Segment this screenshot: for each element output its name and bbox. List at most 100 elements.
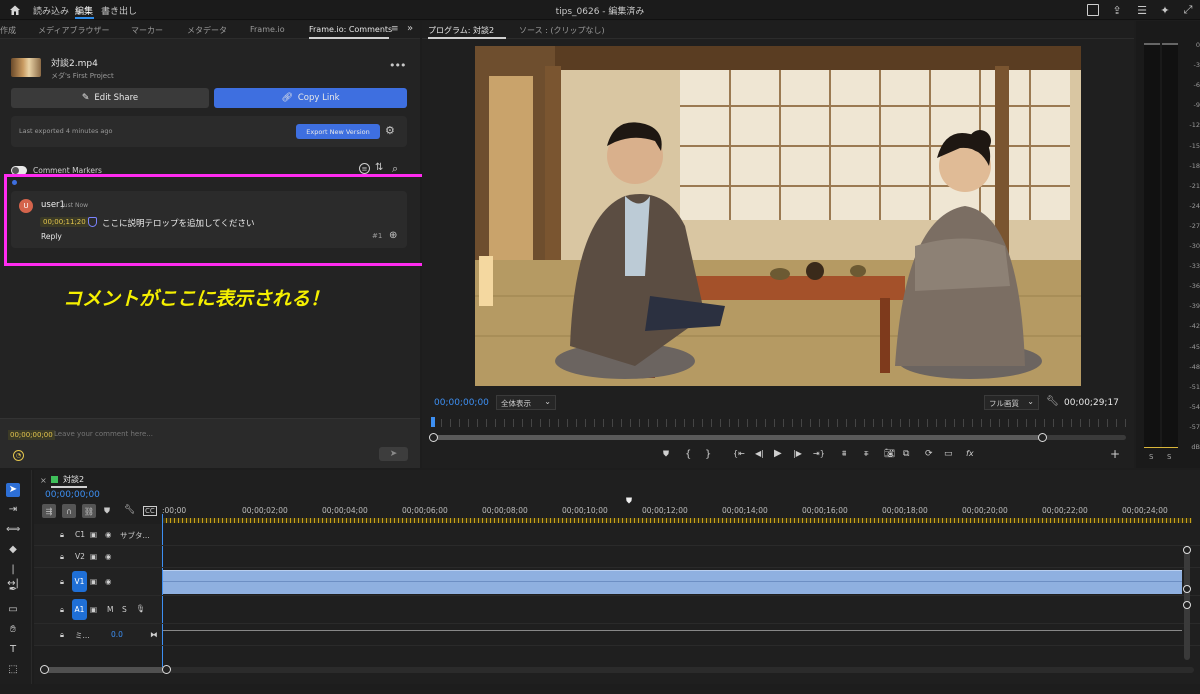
solo-left-button[interactable]: S — [1149, 453, 1153, 461]
type-tool-icon[interactable]: T — [6, 643, 20, 657]
vertical-scroll-handle-bottom[interactable] — [1183, 601, 1191, 609]
panel-menu-icon[interactable]: ≡ — [391, 24, 399, 34]
filter-icon[interactable]: ≡ — [359, 163, 370, 174]
eye-icon[interactable]: ◉ — [105, 530, 112, 539]
mix-volume-value[interactable]: 0.0 — [111, 630, 123, 639]
safe-margins-icon[interactable]: ▭ — [944, 449, 953, 459]
sequence-name-tab[interactable]: 対談2 — [63, 474, 84, 485]
timeline-scroll-handle-left[interactable] — [40, 665, 49, 674]
film-icon[interactable]: ▣ — [90, 530, 97, 539]
send-button[interactable]: ➤ — [379, 447, 408, 461]
mark-in-icon[interactable]: { — [685, 449, 691, 460]
track-a1-target[interactable]: A1 — [72, 599, 87, 620]
fullscreen-icon[interactable]: ⤢ — [1181, 3, 1195, 17]
monitor-playhead[interactable] — [431, 417, 435, 427]
monitor-ruler[interactable] — [432, 419, 1126, 427]
track-select-icon[interactable]: ⇥ — [6, 503, 20, 517]
lift-icon[interactable]: ⩩ — [842, 449, 846, 459]
close-sequence-icon[interactable]: × — [40, 476, 47, 485]
quality-select[interactable]: フル画質 ⌄ — [984, 395, 1039, 410]
compare-icon[interactable]: ⧉ — [903, 449, 909, 459]
tab-metadata[interactable]: メタデータ — [187, 25, 227, 36]
scroll-handle-left[interactable] — [429, 433, 438, 442]
timeline-settings-icon[interactable]: 🔧︎ — [124, 505, 135, 515]
tab-frameio-comments[interactable]: Frame.io: Comments — [309, 25, 392, 34]
zoom-select[interactable]: 全体表示 ⌄ — [496, 395, 556, 410]
solo-right-button[interactable]: S — [1167, 453, 1171, 461]
vertical-scroll-handle-top[interactable] — [1183, 546, 1191, 554]
export-new-version-button[interactable]: Export New Version — [296, 124, 380, 139]
eye-icon[interactable]: ◉ — [105, 552, 112, 561]
tab-create[interactable]: 作成 — [0, 25, 16, 36]
slip-icon[interactable]: |↔| — [6, 563, 20, 589]
sort-icon[interactable]: ⇅ — [375, 162, 383, 173]
add-marker-icon[interactable]: ⛊ — [663, 449, 669, 459]
extract-icon[interactable]: ⩨ — [864, 449, 869, 459]
timer-icon[interactable]: ◔ — [13, 450, 24, 461]
program-timecode[interactable]: 00;00;00;00 — [434, 398, 489, 408]
add-marker-timeline-icon[interactable]: ⛊ — [104, 506, 110, 516]
razor-icon[interactable]: ◆ — [6, 543, 20, 557]
film-icon[interactable]: ▣ — [90, 605, 97, 614]
comment-input[interactable] — [54, 427, 394, 441]
scroll-handle-right[interactable] — [1038, 433, 1047, 442]
lock-icon[interactable]: 🔒︎ — [60, 630, 64, 640]
composer-timecode[interactable]: 00;00;00;00 — [8, 430, 55, 440]
work-area-bar[interactable] — [162, 518, 1192, 523]
nest-icon[interactable]: ⇶ — [42, 504, 56, 518]
tab-markers[interactable]: マーカー — [131, 25, 163, 36]
add-button-icon[interactable]: + — [1110, 447, 1120, 461]
snap-icon[interactable]: ∩ — [62, 504, 76, 518]
caption-tool-icon[interactable]: ⬚ — [6, 663, 20, 677]
step-forward-icon[interactable]: |▶ — [793, 449, 802, 458]
ripple-edit-icon[interactable]: ⟺ — [6, 523, 20, 537]
eye-icon[interactable]: ◉ — [105, 577, 112, 586]
lock-icon[interactable]: 🔒︎ — [60, 530, 64, 540]
tab-program[interactable]: プログラム: 対談2 — [428, 25, 494, 36]
sync-icon[interactable]: ⟳ — [925, 449, 933, 459]
timeline-scrollbar[interactable] — [44, 667, 1194, 673]
more-options-icon[interactable]: ••• — [389, 59, 406, 72]
lock-icon[interactable]: 🔒︎ — [60, 605, 64, 615]
more-tabs-icon[interactable]: » — [407, 23, 413, 34]
rectangle-icon[interactable]: ▭ — [6, 603, 20, 617]
quick-export-icon[interactable]: ☰ — [1135, 3, 1149, 17]
mark-out-icon[interactable]: } — [705, 449, 711, 460]
search-help-icon[interactable]: ✦ — [1158, 3, 1172, 17]
video-clip[interactable] — [163, 570, 1182, 594]
camera-icon[interactable]: 📷︎ — [884, 449, 895, 459]
vertical-scroll-handle-mid[interactable] — [1183, 585, 1191, 593]
go-to-in-icon[interactable]: {⇤ — [733, 449, 745, 458]
tab-source[interactable]: ソース : (クリップなし) — [519, 25, 605, 36]
track-v1-target[interactable]: V1 — [72, 571, 87, 592]
zoom-scrollbar[interactable] — [432, 435, 1126, 440]
play-icon[interactable]: ▶ — [774, 448, 782, 459]
tab-media-browser[interactable]: メディアブラウザー — [38, 25, 109, 36]
edit-share-button[interactable]: ✎ Edit Share — [11, 88, 209, 108]
film-icon[interactable]: ▣ — [90, 552, 97, 561]
film-icon[interactable]: ▣ — [90, 577, 97, 586]
microphone-icon[interactable]: 🎙︎ — [136, 604, 146, 613]
copy-link-button[interactable]: 🔗︎ Copy Link — [214, 88, 407, 108]
mute-button[interactable]: M — [107, 605, 113, 614]
selection-tool-icon[interactable]: ➤ — [6, 483, 20, 497]
settings-gear-icon[interactable]: ⚙ — [385, 124, 395, 137]
step-back-icon[interactable]: ◀| — [755, 449, 764, 458]
workspace-icon[interactable] — [1087, 4, 1099, 16]
wrench-icon[interactable]: 🔧︎ — [1046, 396, 1059, 407]
go-to-out-icon[interactable]: ⇥} — [813, 449, 825, 458]
marker-icon[interactable]: ⛊ — [626, 496, 632, 506]
share-icon[interactable]: ⇪ — [1110, 3, 1124, 17]
timeline-scroll-handle-right[interactable] — [162, 665, 171, 674]
captions-icon[interactable]: CC — [143, 506, 157, 516]
fx-icon[interactable]: fx — [966, 449, 974, 458]
linked-selection-icon[interactable]: ⛓ — [82, 504, 96, 518]
solo-button[interactable]: S — [122, 605, 127, 614]
tab-frameio[interactable]: Frame.io — [250, 25, 285, 34]
timeline-timecode[interactable]: 00;00;00;00 — [45, 490, 100, 500]
hand-icon[interactable]: ✋︎ — [6, 623, 20, 637]
pen-icon[interactable]: ✒ — [6, 583, 20, 597]
lock-icon[interactable]: 🔒︎ — [60, 577, 64, 587]
mix-skip-icon[interactable]: ⧓ — [150, 630, 158, 639]
lock-icon[interactable]: 🔒︎ — [60, 552, 64, 562]
